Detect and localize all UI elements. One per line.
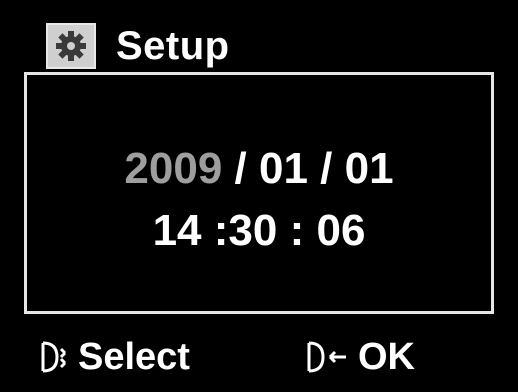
select-hint[interactable]: Select bbox=[40, 338, 190, 376]
second-field[interactable]: 06 bbox=[316, 206, 365, 255]
time-separator-1: : bbox=[201, 206, 229, 255]
ok-label: OK bbox=[358, 336, 415, 378]
header: Setup bbox=[46, 20, 230, 72]
select-arrows-icon bbox=[41, 341, 67, 373]
month-field[interactable]: 01 bbox=[259, 144, 308, 193]
ok-arrow-icon bbox=[307, 341, 346, 373]
date-separator-2: / bbox=[307, 144, 345, 193]
footer-hints: Select OK bbox=[0, 334, 518, 386]
hour-field[interactable]: 14 bbox=[153, 206, 202, 255]
page-title: Setup bbox=[116, 24, 230, 68]
year-field[interactable]: 2009 bbox=[124, 144, 222, 193]
ok-hint[interactable]: OK bbox=[306, 338, 415, 376]
camera-setup-screen: Setup 2009 / 01 / 01 14 :30 : 06 Select … bbox=[0, 0, 518, 392]
datetime-panel: 2009 / 01 / 01 14 :30 : 06 bbox=[24, 72, 494, 314]
time-row: 14 :30 : 06 bbox=[27, 209, 491, 253]
date-separator-1: / bbox=[222, 144, 259, 193]
select-label: Select bbox=[78, 336, 190, 378]
gear-icon bbox=[46, 23, 96, 69]
day-field[interactable]: 01 bbox=[345, 144, 394, 193]
minute-field[interactable]: 30 bbox=[228, 206, 277, 255]
time-separator-2: : bbox=[277, 206, 317, 255]
date-row: 2009 / 01 / 01 bbox=[27, 147, 491, 191]
